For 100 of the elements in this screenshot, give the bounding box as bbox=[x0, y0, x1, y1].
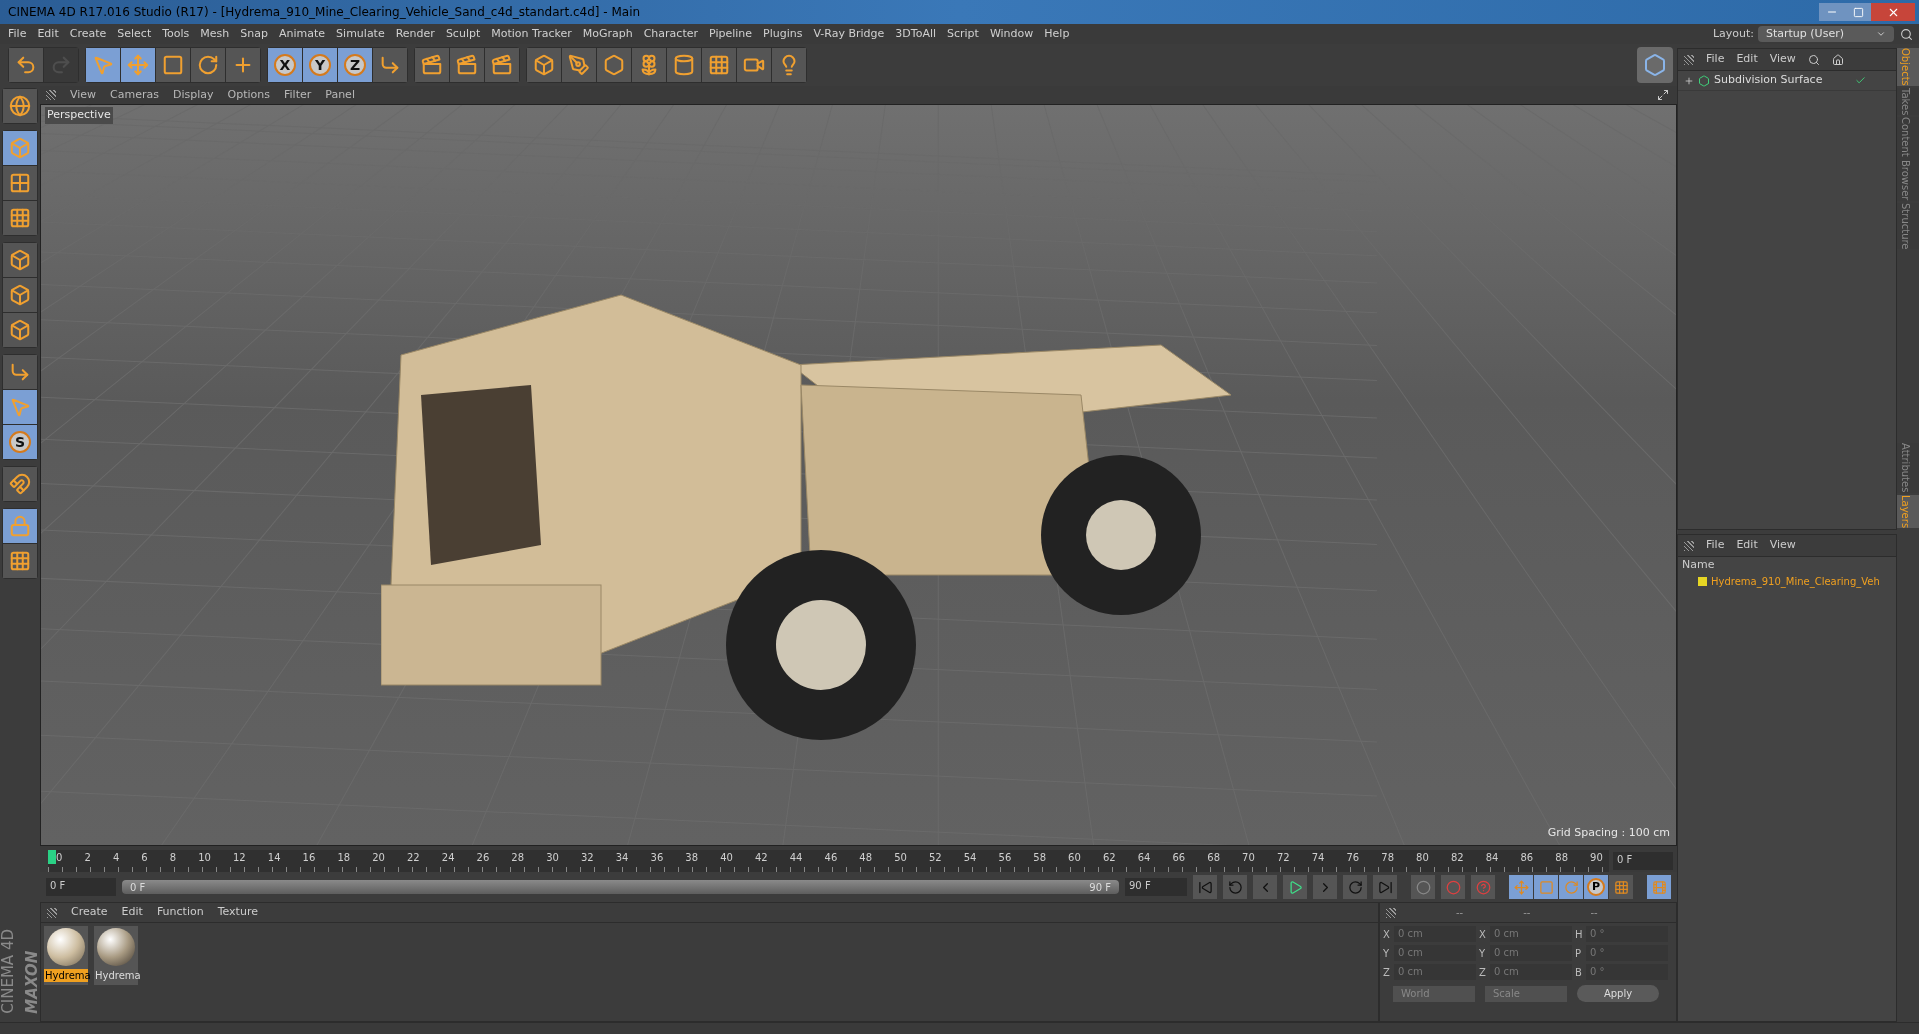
menu-item[interactable]: Mesh bbox=[200, 25, 230, 43]
menu-item[interactable]: Render bbox=[395, 25, 435, 43]
transport-button[interactable] bbox=[1313, 875, 1337, 899]
key-filter-button[interactable] bbox=[1609, 875, 1633, 899]
tool-button[interactable] bbox=[772, 48, 806, 82]
current-frame-field[interactable]: 0 F bbox=[1613, 852, 1673, 870]
tool-button[interactable] bbox=[737, 48, 771, 82]
menu-item[interactable]: Simulate bbox=[336, 25, 385, 43]
tool-button[interactable] bbox=[632, 48, 666, 82]
menu-item[interactable]: View bbox=[1769, 537, 1796, 554]
column-header: -- bbox=[1523, 906, 1531, 920]
frame-range-slider[interactable]: 0 F 90 F bbox=[122, 880, 1119, 894]
tool-button[interactable] bbox=[9, 48, 43, 82]
menu-item[interactable]: Window bbox=[989, 25, 1034, 43]
menu-item[interactable]: V-Ray Bridge bbox=[813, 25, 885, 43]
menu-item[interactable]: Create bbox=[69, 25, 107, 43]
home-icon[interactable] bbox=[1831, 53, 1844, 66]
viewport-nav-icon[interactable] bbox=[1657, 89, 1669, 101]
menu-item[interactable]: View bbox=[1769, 51, 1796, 68]
layout-dropdown[interactable]: Startup (User) bbox=[1758, 26, 1894, 42]
menu-item[interactable]: Character bbox=[643, 25, 698, 43]
tool-button[interactable] bbox=[450, 48, 484, 82]
menu-item[interactable]: Function bbox=[156, 904, 204, 921]
transport-button[interactable] bbox=[1343, 875, 1367, 899]
menu-item[interactable]: MoGraph bbox=[582, 25, 633, 43]
tool-button[interactable] bbox=[667, 48, 701, 82]
menu-item[interactable]: Motion Tracker bbox=[491, 25, 572, 43]
menu-item[interactable]: File bbox=[8, 25, 27, 43]
menu-item[interactable]: Edit bbox=[121, 904, 143, 921]
menu-item[interactable]: File bbox=[1706, 537, 1725, 554]
transport-button[interactable] bbox=[1283, 875, 1307, 899]
menu-item[interactable]: Script bbox=[947, 25, 979, 43]
tool-button[interactable] bbox=[3, 313, 37, 347]
key-filter-button[interactable]: P bbox=[1584, 875, 1608, 899]
maximize-button[interactable] bbox=[1845, 3, 1871, 21]
tool-button[interactable]: S bbox=[3, 425, 37, 459]
search-icon[interactable] bbox=[1807, 53, 1820, 66]
tool-button[interactable] bbox=[191, 48, 225, 82]
window-title: CINEMA 4D R17.016 Studio (R17) - [Hydrema_910_Mine_Clearing_Vehicle_Sand_c4d_standart.c4d] - Main bbox=[8, 4, 642, 21]
minimize-button[interactable] bbox=[1819, 3, 1845, 21]
tool-button[interactable]: X bbox=[268, 48, 302, 82]
tool-button[interactable] bbox=[702, 48, 736, 82]
tool-button[interactable] bbox=[597, 48, 631, 82]
tool-button[interactable] bbox=[527, 48, 561, 82]
menu-item[interactable]: Edit bbox=[1736, 51, 1758, 68]
tool-button[interactable] bbox=[226, 48, 260, 82]
transport-button[interactable] bbox=[1193, 875, 1217, 899]
enabled-check-icon[interactable] bbox=[1855, 75, 1866, 86]
menu-item[interactable]: Tools bbox=[162, 25, 190, 43]
3d-viewport[interactable]: Perspective Grid Spacing : 100 cm bbox=[40, 104, 1677, 846]
layer-name[interactable]: Hydrema_910_Mine_Clearing_Veh bbox=[1711, 573, 1880, 589]
menu-item[interactable]: 3DToAll bbox=[895, 25, 936, 43]
menu-item[interactable]: Edit bbox=[37, 25, 59, 43]
tool-button[interactable] bbox=[3, 278, 37, 312]
transport-button[interactable] bbox=[1223, 875, 1247, 899]
tool-button[interactable] bbox=[3, 467, 37, 501]
menu-item[interactable]: Select bbox=[117, 25, 152, 43]
tool-button[interactable] bbox=[3, 243, 37, 277]
tool-button[interactable] bbox=[3, 355, 37, 389]
python-button[interactable] bbox=[1637, 47, 1673, 83]
tool-button[interactable] bbox=[485, 48, 519, 82]
tool-button[interactable] bbox=[3, 544, 37, 578]
tool-button[interactable] bbox=[415, 48, 449, 82]
expand-icon[interactable] bbox=[1684, 75, 1694, 86]
start-frame-field[interactable]: 0 F bbox=[46, 878, 116, 896]
menu-item[interactable]: Panel bbox=[325, 86, 355, 104]
menu-item[interactable]: Display bbox=[173, 86, 214, 104]
menu-item[interactable]: Animate bbox=[279, 25, 326, 43]
layer-color-swatch[interactable] bbox=[1698, 576, 1707, 586]
menu-item[interactable]: Cameras bbox=[110, 86, 159, 104]
tool-button[interactable]: Z bbox=[338, 48, 372, 82]
timeline-ruler[interactable]: 0 2 4 6 8 10 12 14 16 18 20 22 24 26 28 30 32 34 36 38 40 42 44 46 48 50 52 54 56 58 60 62 64 66 68 70 72 74 76 78 80 82 84 86 88 90 bbox=[48, 850, 1609, 872]
tool-button[interactable] bbox=[3, 166, 37, 200]
end-frame-field[interactable]: 90 F bbox=[1125, 878, 1187, 896]
menu-item[interactable]: File bbox=[1706, 51, 1725, 68]
menu-item[interactable]: Options bbox=[227, 86, 270, 104]
menu-item[interactable]: Texture bbox=[217, 904, 258, 921]
panel-grip-icon bbox=[1684, 54, 1694, 65]
menu-item[interactable]: Edit bbox=[1736, 537, 1758, 554]
menu-item[interactable]: Help bbox=[1044, 25, 1070, 43]
menu-item[interactable]: Pipeline bbox=[709, 25, 753, 43]
menu-item[interactable]: Plugins bbox=[763, 25, 803, 43]
material-swatch[interactable]: Hydrema bbox=[94, 926, 138, 985]
menu-item[interactable]: Create bbox=[71, 904, 108, 921]
tool-button[interactable] bbox=[156, 48, 190, 82]
transport-button[interactable] bbox=[1411, 875, 1435, 899]
transport-button[interactable] bbox=[1373, 875, 1397, 899]
tool-button[interactable]: Y bbox=[303, 48, 337, 82]
apply-button[interactable]: Apply bbox=[1577, 985, 1659, 1002]
menu-item[interactable]: Filter bbox=[284, 86, 312, 104]
menu-item[interactable]: Snap bbox=[240, 25, 268, 43]
tool-button[interactable] bbox=[3, 89, 37, 123]
object-name[interactable]: Subdivision Surface bbox=[1714, 72, 1851, 89]
menu-item[interactable]: Sculpt bbox=[445, 25, 481, 43]
transport-button[interactable] bbox=[1253, 875, 1277, 899]
tool-button[interactable] bbox=[562, 48, 596, 82]
menu-item[interactable]: View bbox=[70, 86, 97, 104]
tool-button[interactable] bbox=[3, 201, 37, 235]
tool-button[interactable] bbox=[373, 48, 407, 82]
close-button[interactable] bbox=[1871, 3, 1915, 21]
